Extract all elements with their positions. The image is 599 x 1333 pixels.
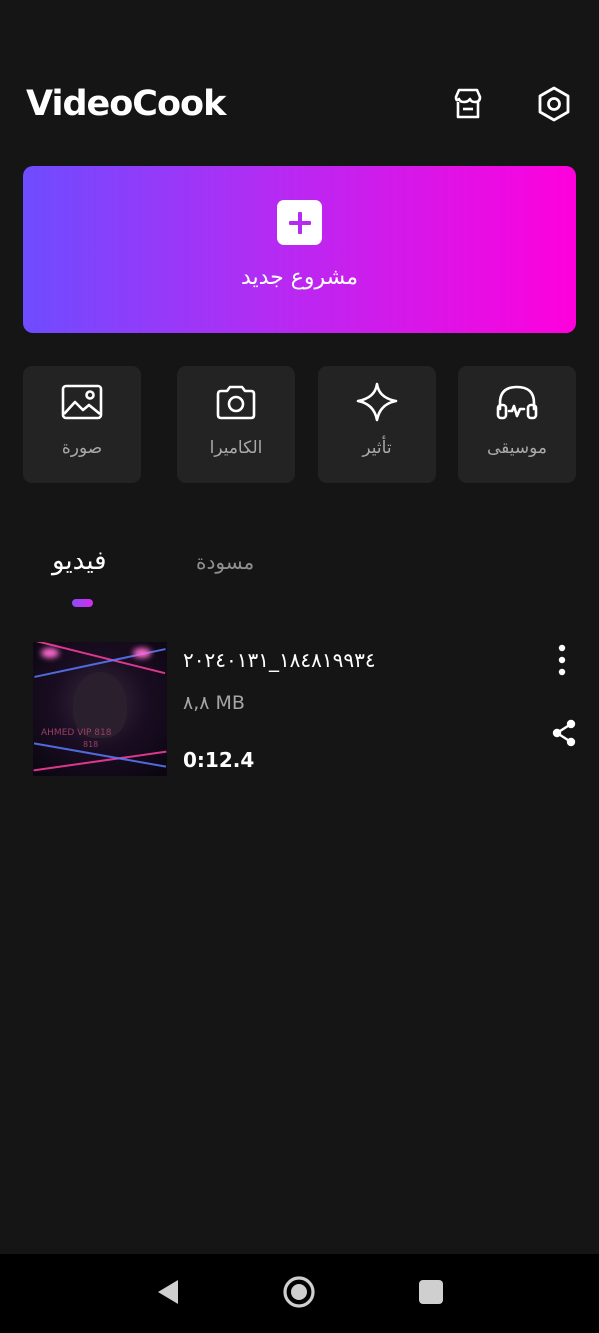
share-button[interactable] [549, 719, 579, 751]
more-options-button[interactable] [548, 644, 576, 680]
active-tab-indicator [72, 599, 93, 607]
media-tabs: فيديو مسودة [0, 540, 599, 620]
new-project-label: مشروع جديد [240, 265, 359, 290]
store-icon [451, 87, 485, 125]
tool-camera-label: الكاميرا [209, 438, 263, 458]
system-navigation-bar [0, 1254, 599, 1333]
app-logo: VideoCook [26, 84, 226, 124]
thumb-caption: AHMED VIP 818 [41, 728, 112, 738]
video-name: ١٨٤٨١٩٩٣٤_٢٠٢٤٠١٣١ [183, 648, 376, 672]
headphones-icon [495, 382, 539, 422]
tool-effect[interactable]: تأثير [318, 366, 436, 483]
tool-music[interactable]: موسيقى [458, 366, 576, 483]
more-vertical-icon [558, 644, 566, 680]
plus-icon [277, 200, 322, 245]
thumb-glow [41, 648, 59, 658]
home-circle-icon [281, 1274, 317, 1314]
thumb-glow [133, 648, 151, 658]
new-project-button[interactable]: مشروع جديد [23, 166, 576, 333]
tool-image-label: صورة [61, 438, 103, 458]
image-icon [60, 382, 104, 422]
tool-camera[interactable]: الكاميرا [177, 366, 295, 483]
video-size: ٨,٨ MB [183, 692, 245, 714]
tool-music-label: موسيقى [486, 438, 548, 458]
nav-recents-button[interactable] [413, 1276, 449, 1312]
recents-square-icon [418, 1279, 444, 1309]
video-thumbnail[interactable]: AHMED VIP 818 818 [33, 642, 167, 776]
tools-row: صورة الكاميرا تأثير موسيقى [0, 366, 599, 484]
thumb-beam [34, 642, 166, 675]
app-header: VideoCook [0, 0, 599, 160]
store-button[interactable] [446, 84, 490, 128]
share-icon [551, 719, 577, 751]
nav-home-button[interactable] [281, 1276, 317, 1312]
tool-image[interactable]: صورة [23, 366, 141, 483]
tool-effect-label: تأثير [362, 438, 392, 458]
back-triangle-icon [155, 1277, 181, 1311]
list-item[interactable]: AHMED VIP 818 818 ١٨٤٨١٩٩٣٤_٢٠٢٤٠١٣١ ٨,٨… [0, 642, 599, 778]
sparkle-icon [355, 382, 399, 422]
tab-draft[interactable]: مسودة [196, 550, 254, 574]
video-duration: 0:12.4 [183, 748, 255, 772]
camera-icon [214, 382, 258, 422]
tab-video[interactable]: فيديو [52, 546, 107, 576]
settings-hexagon-icon [536, 85, 572, 127]
nav-back-button[interactable] [150, 1276, 186, 1312]
thumb-caption-2: 818 [83, 740, 99, 749]
settings-button[interactable] [532, 84, 576, 128]
